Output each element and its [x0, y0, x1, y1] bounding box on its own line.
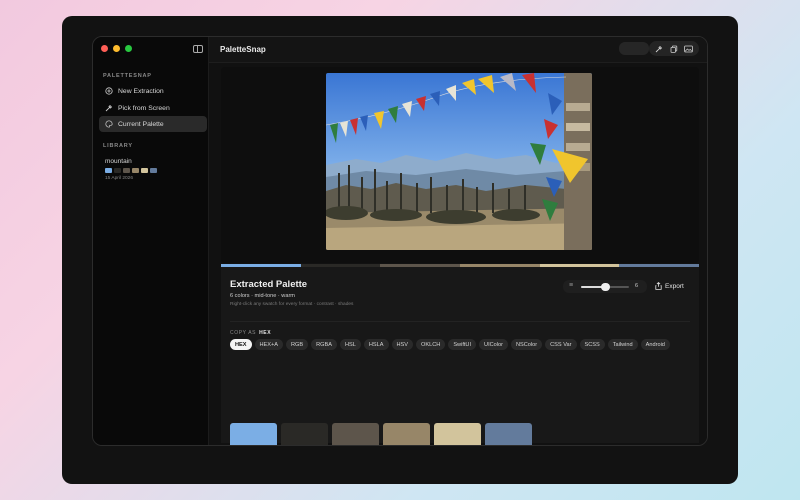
sidebar-item-new-extraction[interactable]: New Extraction — [99, 83, 207, 99]
format-chip-uicolor[interactable]: UIColor — [479, 339, 508, 350]
color-swatch[interactable]: #978668 — [383, 423, 430, 445]
sidebar-item-label: New Extraction — [118, 87, 164, 95]
minimize-window-button[interactable] — [113, 45, 120, 52]
list-icon: ≡ — [569, 282, 574, 289]
format-chip-hsv[interactable]: HSV — [391, 339, 414, 350]
color-swatch[interactable]: #2A2926 — [281, 423, 328, 445]
titlebar: PaletteSnap — [209, 37, 707, 63]
sidebar: PALETTESNAP New Extraction Pick from Scr… — [93, 37, 209, 445]
swatch-color[interactable] — [434, 423, 481, 445]
format-chip-android[interactable]: Android — [640, 339, 670, 350]
format-chip-hex-a[interactable]: HEX+A — [254, 339, 284, 350]
share-icon — [655, 281, 662, 292]
format-chip-hsla[interactable]: HSLA — [363, 339, 389, 350]
color-count-value: 6 — [635, 283, 639, 289]
palette-panel: Extracted Palette 6 colors · mid-tone · … — [221, 267, 699, 445]
panel-subtitle: 6 colors · mid-tone · warm — [230, 293, 295, 299]
app-title: PaletteSnap — [220, 45, 266, 54]
slider-knob[interactable] — [600, 283, 610, 291]
format-chip-hsl[interactable]: HSL — [340, 339, 361, 350]
library-item-swatches — [105, 168, 157, 173]
color-count-control: ≡ 6 — [563, 280, 647, 293]
sidebar-item-current-palette[interactable]: Current Palette — [99, 116, 207, 132]
export-label: Export — [665, 283, 684, 290]
format-chip-rgb[interactable]: RGB — [286, 339, 309, 350]
format-chip-nscolor[interactable]: NSColor — [511, 339, 543, 350]
format-chip-rgba[interactable]: RGBA — [311, 339, 337, 350]
palette-swatches: #7BAEE5#2A2926#5D554B#978668#D2C49C#637B… — [230, 423, 532, 445]
panel-title: Extracted Palette — [230, 279, 308, 290]
color-swatch[interactable]: #637B9C — [485, 423, 532, 445]
library-swatch — [132, 168, 139, 173]
color-swatch[interactable]: #5D554B — [332, 423, 379, 445]
image-icon[interactable] — [683, 43, 695, 55]
palette-icon — [105, 120, 113, 128]
sidebar-item-label: Pick from Screen — [118, 104, 170, 112]
eyedropper-icon — [105, 104, 113, 112]
window-controls — [101, 45, 132, 52]
swatch-color[interactable] — [230, 423, 277, 445]
format-chip-swiftui[interactable]: SwiftUI — [448, 339, 477, 350]
app-window: PALETTESNAP New Extraction Pick from Scr… — [92, 36, 708, 446]
format-chip-scss[interactable]: SCSS — [579, 339, 605, 350]
section-label-library: LIBRARY — [103, 143, 133, 149]
plus-circle-icon — [105, 87, 113, 95]
library-item-mountain[interactable]: mountain 15 April 2026 — [105, 158, 157, 181]
swatch-color[interactable] — [332, 423, 379, 445]
format-chip-oklch[interactable]: OKLCH — [416, 339, 446, 350]
format-chip-css-var[interactable]: CSS Var — [545, 339, 577, 350]
color-count-slider[interactable] — [581, 283, 629, 291]
eyedropper-icon[interactable] — [653, 43, 665, 55]
library-swatch — [123, 168, 130, 173]
swatch-color[interactable] — [383, 423, 430, 445]
sidebar-item-pick-from-screen[interactable]: Pick from Screen — [99, 100, 207, 116]
copy-as-value: HEX — [259, 330, 272, 336]
toolbar-placeholder — [619, 42, 649, 55]
toolbar-button-group — [649, 41, 699, 56]
library-swatch — [150, 168, 157, 173]
color-swatch[interactable]: #7BAEE5 — [230, 423, 277, 445]
sidebar-toggle-icon[interactable] — [193, 45, 203, 53]
copy-icon[interactable] — [668, 43, 680, 55]
format-chip-tailwind[interactable]: Tailwind — [607, 339, 638, 350]
color-swatch[interactable]: #D2C49C — [434, 423, 481, 445]
library-swatch — [105, 168, 112, 173]
divider — [230, 321, 690, 322]
format-chip-hex[interactable]: HEX — [230, 339, 252, 350]
swatch-color[interactable] — [485, 423, 532, 445]
sidebar-item-label: Current Palette — [118, 120, 164, 128]
copy-as-text: COPY AS — [230, 330, 257, 336]
library-swatch — [114, 168, 121, 173]
zoom-window-button[interactable] — [125, 45, 132, 52]
library-item-date: 15 April 2026 — [105, 176, 134, 181]
format-chips: HEX HEX+A RGB RGBA HSL HSLA HSV OKLCH SwiftUI UIC… — [230, 339, 670, 350]
main-content: PaletteSnap Extracted Palette 6 colors ·… — [209, 37, 707, 445]
section-label-app: PALETTESNAP — [103, 73, 152, 79]
swatch-color[interactable] — [281, 423, 328, 445]
close-window-button[interactable] — [101, 45, 108, 52]
export-button[interactable]: Export — [655, 280, 684, 293]
copy-as-label: COPY AS HEX — [230, 330, 271, 336]
source-image-area — [221, 67, 699, 263]
panel-hint: Right-click any swatch for every format … — [230, 302, 354, 307]
library-item-name: mountain — [105, 158, 132, 165]
library-swatch — [141, 168, 148, 173]
source-photo[interactable] — [326, 73, 592, 250]
